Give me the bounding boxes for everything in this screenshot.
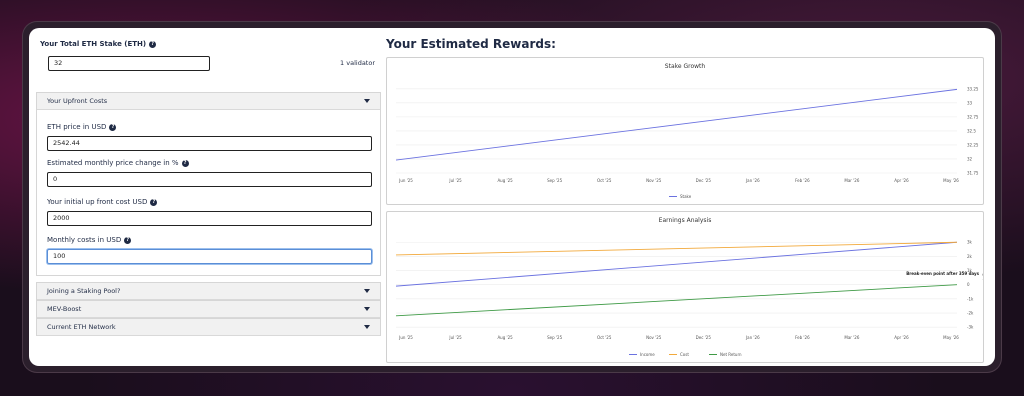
series-line [395, 88, 958, 161]
help-icon[interactable]: ? [124, 236, 132, 244]
mev-boost-header[interactable]: MEV-Boost [37, 301, 380, 318]
y-tick-label: 33 [967, 100, 973, 105]
validator-count: 1 validator [340, 59, 375, 67]
x-tick-label: Dec '25 [696, 335, 712, 340]
upfront-cost-label: Your initial up front cost USD ? [47, 198, 372, 206]
y-tick-label: -1k [967, 296, 974, 301]
monthly-cost-input[interactable]: 100 [47, 249, 372, 264]
x-tick-label: Sep '25 [547, 178, 562, 183]
x-tick-label: Jul '25 [448, 335, 462, 340]
upfront-cost-label-text: Your initial up front cost USD [47, 198, 148, 206]
staking-pool-header[interactable]: Joining a Staking Pool? [37, 283, 380, 300]
x-tick-label: Apr '26 [894, 335, 909, 340]
legend-label: Income [640, 352, 655, 357]
y-axis-label: Stake in ETH [982, 117, 983, 142]
series-line [395, 284, 958, 317]
monthly-cost-field: Monthly costs in USD ? 100 [47, 236, 372, 264]
upfront-costs-title: Your Upfront Costs [47, 97, 108, 105]
legend-label: Stake [680, 194, 692, 199]
y-tick-label: 3k [967, 240, 973, 245]
chevron-down-icon [364, 307, 370, 311]
y-tick-label: 32.75 [967, 114, 979, 119]
stake-row: 32 1 validator [48, 56, 375, 71]
eth-price-label-text: ETH price in USD [47, 123, 107, 131]
price-change-label-text: Estimated monthly price change in % [47, 159, 179, 167]
eth-price-input[interactable]: 2542.44 [47, 136, 372, 151]
stake-growth-chart: Stake Growth 31.75 32 32.25 32.5 32.75 33 33.25… [386, 57, 984, 205]
y-tick-label: 32.25 [967, 142, 979, 147]
x-tick-label: Oct '25 [597, 178, 612, 183]
eth-price-label: ETH price in USD ? [47, 123, 372, 131]
chevron-down-icon [364, 99, 370, 103]
x-tick-label: Jun '25 [398, 335, 413, 340]
y-tick-label: 31.75 [967, 171, 979, 176]
x-tick-label: Nov '25 [646, 178, 662, 183]
earnings-analysis-chart: Earnings Analysis-3k-2k-1k01k2k3kEarning… [386, 211, 984, 363]
legend-label: Net Return [720, 352, 742, 357]
x-tick-label: Jan '26 [745, 335, 760, 340]
chart-title: Stake Growth [665, 63, 706, 70]
x-tick-label: Aug '25 [497, 335, 513, 340]
stake-label-text: Your Total ETH Stake (ETH) [40, 40, 147, 48]
earnings-analysis-svg: Earnings Analysis-3k-2k-1k01k2k3kEarning… [395, 217, 983, 357]
x-tick-label: Mar '26 [844, 178, 859, 183]
y-tick-label: 32.5 [967, 128, 976, 133]
y-tick-label: -3k [967, 325, 974, 330]
stake-input[interactable]: 32 [48, 56, 210, 71]
y-tick-label: 33.25 [967, 86, 979, 91]
rewards-title: Your Estimated Rewards: [386, 37, 556, 51]
staking-pool-title: Joining a Staking Pool? [47, 287, 121, 295]
staking-pool-section[interactable]: Joining a Staking Pool? [36, 282, 381, 300]
help-icon[interactable]: ? [109, 123, 117, 131]
x-tick-label: Sep '25 [547, 335, 562, 340]
help-icon[interactable]: ? [181, 159, 189, 167]
chart-title: Earnings Analysis [659, 217, 712, 224]
price-change-label: Estimated monthly price change in % ? [47, 159, 372, 167]
y-tick-label: -2k [967, 311, 974, 316]
monthly-cost-label-text: Monthly costs in USD [47, 236, 122, 244]
mev-boost-title: MEV-Boost [47, 305, 82, 313]
price-change-field: Estimated monthly price change in % ? 0 [47, 159, 372, 187]
chevron-down-icon [364, 289, 370, 293]
upfront-costs-section: Your Upfront Costs ETH price in USD ? 25… [36, 92, 381, 276]
y-tick-label: 2k [967, 254, 973, 259]
y-tick-label: 32 [967, 156, 973, 161]
x-tick-label: Jan '26 [745, 178, 760, 183]
x-tick-label: Feb '26 [795, 178, 810, 183]
x-tick-label: Dec '25 [696, 178, 712, 183]
x-tick-label: May '26 [943, 335, 959, 340]
x-tick-label: May '26 [943, 178, 959, 183]
x-tick-label: Nov '25 [646, 335, 662, 340]
input-panel: Your Total ETH Stake (ETH) ? 32 1 valida… [36, 28, 381, 340]
help-icon[interactable]: ? [150, 198, 158, 206]
x-tick-label: Mar '26 [844, 335, 859, 340]
upfront-cost-input[interactable]: 2000 [47, 211, 372, 226]
y-tick-label: 0 [967, 282, 970, 287]
mev-boost-section[interactable]: MEV-Boost [36, 300, 381, 318]
eth-network-header[interactable]: Current ETH Network [37, 319, 380, 336]
stake-growth-svg: Stake Growth 31.75 32 32.25 32.5 32.75 33 33.25… [395, 63, 983, 199]
help-icon[interactable]: ? [149, 40, 157, 48]
eth-network-title: Current ETH Network [47, 323, 116, 331]
x-tick-label: Oct '25 [597, 335, 612, 340]
upfront-costs-header[interactable]: Your Upfront Costs [37, 93, 380, 110]
break-even-annotation: Break-even point after 359 days [906, 271, 979, 276]
calculator-card: Your Total ETH Stake (ETH) ? 32 1 valida… [29, 28, 995, 366]
eth-network-section[interactable]: Current ETH Network [36, 318, 381, 336]
upfront-cost-field: Your initial up front cost USD ? 2000 [47, 198, 372, 226]
price-change-input[interactable]: 0 [47, 172, 372, 187]
eth-price-field: ETH price in USD ? 2542.44 [47, 123, 372, 151]
x-tick-label: Apr '26 [894, 178, 909, 183]
app-frame: Your Total ETH Stake (ETH) ? 32 1 valida… [23, 22, 1001, 372]
x-tick-label: Feb '26 [795, 335, 810, 340]
x-tick-label: Jun '25 [398, 178, 413, 183]
chevron-down-icon [364, 325, 370, 329]
y-axis-label: Earnings / Costs in USD [982, 261, 983, 308]
legend-label: Cost [680, 352, 689, 357]
x-tick-label: Aug '25 [497, 178, 513, 183]
stake-label: Your Total ETH Stake (ETH) ? [40, 40, 157, 48]
monthly-cost-label: Monthly costs in USD ? [47, 236, 372, 244]
x-tick-label: Jul '25 [448, 178, 462, 183]
